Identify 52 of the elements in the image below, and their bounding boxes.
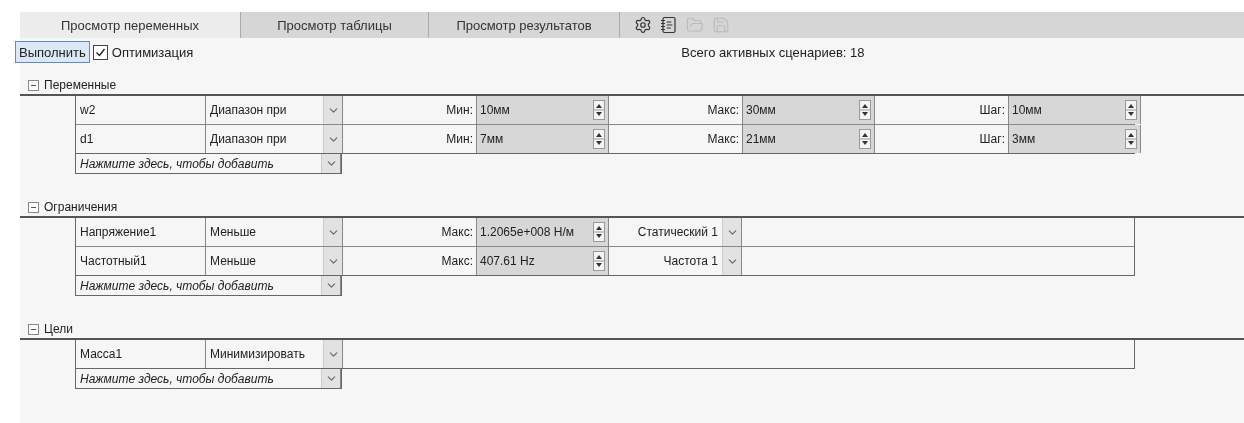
settings-icon[interactable]	[634, 16, 652, 34]
dropdown-field[interactable]: Диапазон при	[206, 96, 343, 124]
name-cell: w2	[80, 103, 96, 117]
notebook-icon[interactable]	[660, 16, 678, 34]
spinner-icon[interactable]	[593, 222, 605, 242]
dropdown-field[interactable]: Нажмите здесь, чтобы добавить	[76, 276, 341, 295]
tab[interactable]: Просмотр переменных	[20, 12, 241, 38]
dropdown-field[interactable]: Нажмите здесь, чтобы добавить	[76, 154, 341, 173]
name-cell: Напряжение1	[80, 225, 157, 239]
param-label: Макс:	[440, 224, 474, 241]
spinner-icon[interactable]	[1125, 100, 1137, 120]
name-cell: d1	[80, 132, 94, 146]
value-field[interactable]: 10мм	[476, 96, 609, 124]
param-label: Мин:	[445, 131, 474, 148]
study-dropdown[interactable]: Частота 1	[609, 247, 742, 275]
dropdown-field[interactable]: Меньше	[206, 247, 343, 275]
param-label: Макс:	[440, 253, 474, 270]
dropdown-field[interactable]: Нажмите здесь, чтобы добавить	[76, 369, 341, 388]
param-label: Шаг:	[978, 102, 1006, 119]
spinner-icon[interactable]	[1125, 129, 1137, 149]
collapse-icon[interactable]	[28, 201, 39, 213]
value-field[interactable]: 30мм	[742, 96, 875, 124]
param-label: Мин:	[445, 102, 474, 119]
param-label: Макс:	[706, 131, 740, 148]
collapse-icon[interactable]	[28, 323, 39, 335]
spinner-icon[interactable]	[859, 100, 871, 120]
optimization-label: Оптимизация	[111, 44, 194, 60]
run-button[interactable]: Выполнить	[15, 41, 90, 63]
value-field[interactable]: 10мм	[1008, 96, 1141, 124]
param-label: Макс:	[706, 102, 740, 119]
active-scenarios-count: Всего активных сценариев: 18	[681, 44, 865, 60]
section-title: Цели	[44, 322, 73, 336]
spinner-icon[interactable]	[593, 129, 605, 149]
optimization-checkbox[interactable]	[92, 44, 108, 60]
dropdown-field[interactable]: Диапазон при	[206, 125, 343, 153]
section-title: Ограничения	[44, 200, 118, 214]
name-cell: Частотный1	[80, 254, 147, 268]
dropdown-field[interactable]: Минимизировать	[206, 340, 343, 368]
spinner-icon[interactable]	[859, 129, 871, 149]
param-label: Шаг:	[978, 131, 1006, 148]
section-title: Переменные	[44, 78, 117, 92]
study-dropdown[interactable]: Статический 1	[609, 218, 742, 246]
value-field[interactable]: 1.2065e+008 Н/м	[476, 218, 609, 246]
name-cell: Масса1	[80, 347, 123, 361]
spinner-icon[interactable]	[593, 251, 605, 271]
value-field[interactable]: 21мм	[742, 125, 875, 153]
value-field[interactable]: 3мм	[1008, 125, 1141, 153]
value-field[interactable]: 7мм	[476, 125, 609, 153]
spinner-icon[interactable]	[593, 100, 605, 120]
dropdown-field[interactable]: Меньше	[206, 218, 343, 246]
value-field[interactable]: 407.61 Hz	[476, 247, 609, 275]
collapse-icon[interactable]	[28, 79, 39, 91]
